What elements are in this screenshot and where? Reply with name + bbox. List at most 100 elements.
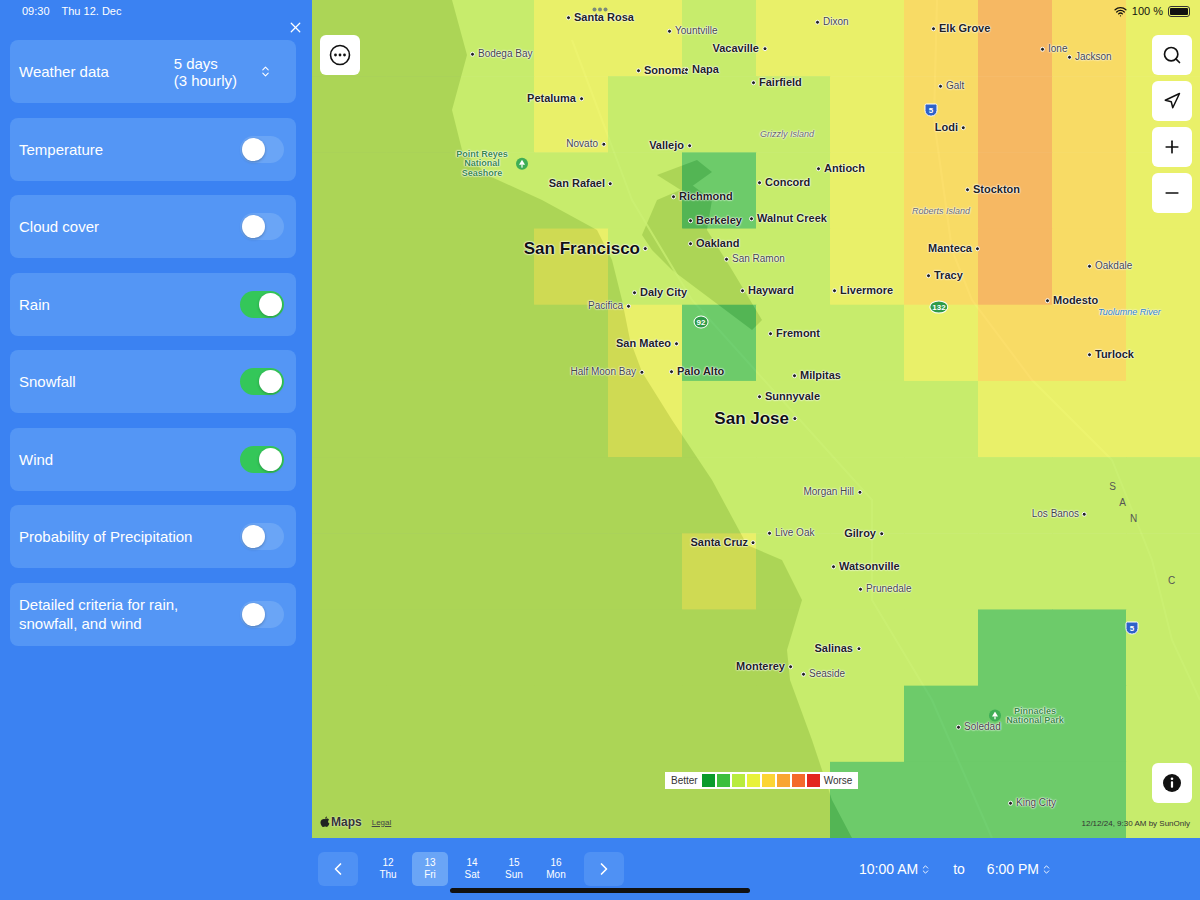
map-place[interactable]: Tracy: [926, 270, 963, 282]
place-name: San Mateo: [616, 338, 671, 350]
map-place[interactable]: Oakland: [688, 238, 739, 250]
map-place[interactable]: Sunnyvale: [757, 391, 820, 403]
map-place[interactable]: Grizzly Island: [760, 130, 814, 139]
map-place[interactable]: Salinas: [814, 643, 861, 655]
map-place[interactable]: Modesto: [1045, 295, 1098, 307]
locate-button[interactable]: [1152, 81, 1192, 121]
map-place[interactable]: Richmond: [671, 191, 733, 203]
map-place[interactable]: Yountville: [667, 26, 717, 37]
setting-row[interactable]: Cloud cover: [10, 195, 296, 258]
zoom-out-button[interactable]: [1152, 173, 1192, 213]
legal-link[interactable]: Legal: [372, 818, 392, 827]
map-place[interactable]: Daly City: [632, 287, 687, 299]
map-place[interactable]: Petaluma: [527, 93, 584, 105]
toggle-switch[interactable]: [240, 291, 284, 318]
map-place[interactable]: Morgan Hill: [803, 487, 862, 498]
map-place[interactable]: Live Oak: [767, 528, 814, 539]
map-place[interactable]: Vallejo: [649, 140, 692, 152]
home-indicator[interactable]: [450, 888, 750, 893]
day-button[interactable]: 12Thu: [370, 852, 406, 886]
map-place[interactable]: Palo Alto: [669, 366, 724, 378]
toggle-switch[interactable]: [240, 368, 284, 395]
setting-row[interactable]: Temperature: [10, 118, 296, 181]
map-place[interactable]: Hayward: [740, 285, 794, 297]
chevron-left-icon: [328, 859, 348, 879]
map-place[interactable]: Vacaville: [713, 43, 768, 55]
map-place[interactable]: Pacifica: [588, 301, 631, 312]
toggle-knob: [242, 138, 265, 161]
setting-row[interactable]: Rain: [10, 273, 296, 336]
map-place[interactable]: Oakdale: [1087, 261, 1132, 272]
day-button[interactable]: 16Mon: [538, 852, 574, 886]
map-place[interactable]: Half Moon Bay: [570, 367, 644, 378]
multitasking-dots[interactable]: [592, 7, 608, 12]
map-place[interactable]: Gilroy: [844, 528, 884, 540]
setting-row[interactable]: Detailed criteria for rain, snowfall, an…: [10, 583, 296, 646]
map-place[interactable]: Lodi: [935, 122, 966, 134]
search-button[interactable]: [1152, 35, 1192, 75]
map-place[interactable]: Elk Grove: [931, 23, 990, 35]
day-button[interactable]: 14Sat: [454, 852, 490, 886]
place-name: Lodi: [935, 122, 958, 134]
map-place[interactable]: Soledad: [956, 722, 1001, 733]
map-place[interactable]: Fairfield: [751, 77, 802, 89]
map-place[interactable]: Napa: [684, 64, 719, 76]
zoom-in-button[interactable]: [1152, 127, 1192, 167]
map-place[interactable]: San Rafael: [549, 178, 613, 190]
setting-select[interactable]: Weather data5 days(3 hourly): [10, 40, 296, 103]
map-place[interactable]: Galt: [938, 81, 964, 92]
map-place[interactable]: Santa Cruz: [691, 537, 756, 549]
map-place[interactable]: Santa Rosa: [566, 12, 634, 24]
map-place[interactable]: Los Banos: [1032, 509, 1087, 520]
setting-row[interactable]: Wind: [10, 428, 296, 491]
place-name: San Ramon: [732, 254, 785, 265]
map-place[interactable]: Turlock: [1087, 349, 1134, 361]
end-time-picker[interactable]: 6:00 PM: [987, 861, 1052, 877]
map-place[interactable]: Tuolumne River: [1098, 308, 1161, 317]
toggle-switch[interactable]: [240, 213, 284, 240]
place-name: San Francisco: [524, 240, 640, 258]
map-place[interactable]: Bodega Bay: [470, 49, 533, 60]
map-place[interactable]: Ione: [1040, 44, 1067, 55]
map-place[interactable]: San Ramon: [724, 254, 785, 265]
select-value[interactable]: 5 days(3 hourly): [174, 55, 272, 89]
map-place[interactable]: Dixon: [815, 17, 849, 28]
toggle-switch[interactable]: [240, 523, 284, 550]
day-button[interactable]: 13Fri: [412, 852, 448, 886]
map-place[interactable]: Monterey: [736, 661, 793, 673]
day-button[interactable]: 15Sun: [496, 852, 532, 886]
map-place[interactable]: Watsonville: [831, 561, 900, 573]
map-place[interactable]: Manteca: [928, 243, 980, 255]
map-place[interactable]: San Francisco: [524, 240, 648, 258]
map-place[interactable]: Livermore: [832, 285, 893, 297]
map-place[interactable]: King City: [1008, 798, 1056, 809]
map-place[interactable]: Roberts Island: [912, 207, 970, 216]
setting-row[interactable]: Snowfall: [10, 350, 296, 413]
map-place[interactable]: Concord: [757, 177, 810, 189]
toggle-switch[interactable]: [240, 136, 284, 163]
map-place[interactable]: Sonoma: [636, 65, 687, 77]
previous-button[interactable]: [318, 852, 358, 886]
map-place[interactable]: Berkeley: [688, 215, 742, 227]
map-place[interactable]: Fremont: [768, 328, 820, 340]
map-place[interactable]: Jackson: [1067, 52, 1112, 63]
toggle-switch[interactable]: [240, 601, 284, 628]
setting-row[interactable]: Probability of Precipitation: [10, 505, 296, 568]
map-place[interactable]: Seaside: [801, 669, 845, 680]
next-button[interactable]: [584, 852, 624, 886]
info-button[interactable]: [1152, 763, 1192, 803]
map-place[interactable]: Novato: [566, 139, 606, 150]
map-place[interactable]: San Mateo: [616, 338, 679, 350]
toggle-switch[interactable]: [240, 446, 284, 473]
map[interactable]: Santa Rosa Yountville Dixon Elk Grove Bodega…: [312, 0, 1200, 838]
map-place[interactable]: Prunedale: [858, 584, 912, 595]
more-button[interactable]: [320, 35, 360, 75]
close-button[interactable]: [285, 17, 305, 37]
map-place[interactable]: San Jose: [714, 410, 797, 428]
map-place[interactable]: Antioch: [816, 163, 865, 175]
map-place[interactable]: Stockton: [965, 184, 1020, 196]
map-place[interactable]: Walnut Creek: [749, 213, 827, 225]
map-place[interactable]: Milpitas: [792, 370, 841, 382]
map-place[interactable]: Point Reyes National Seashore: [451, 150, 528, 178]
start-time-picker[interactable]: 10:00 AM: [859, 861, 931, 877]
